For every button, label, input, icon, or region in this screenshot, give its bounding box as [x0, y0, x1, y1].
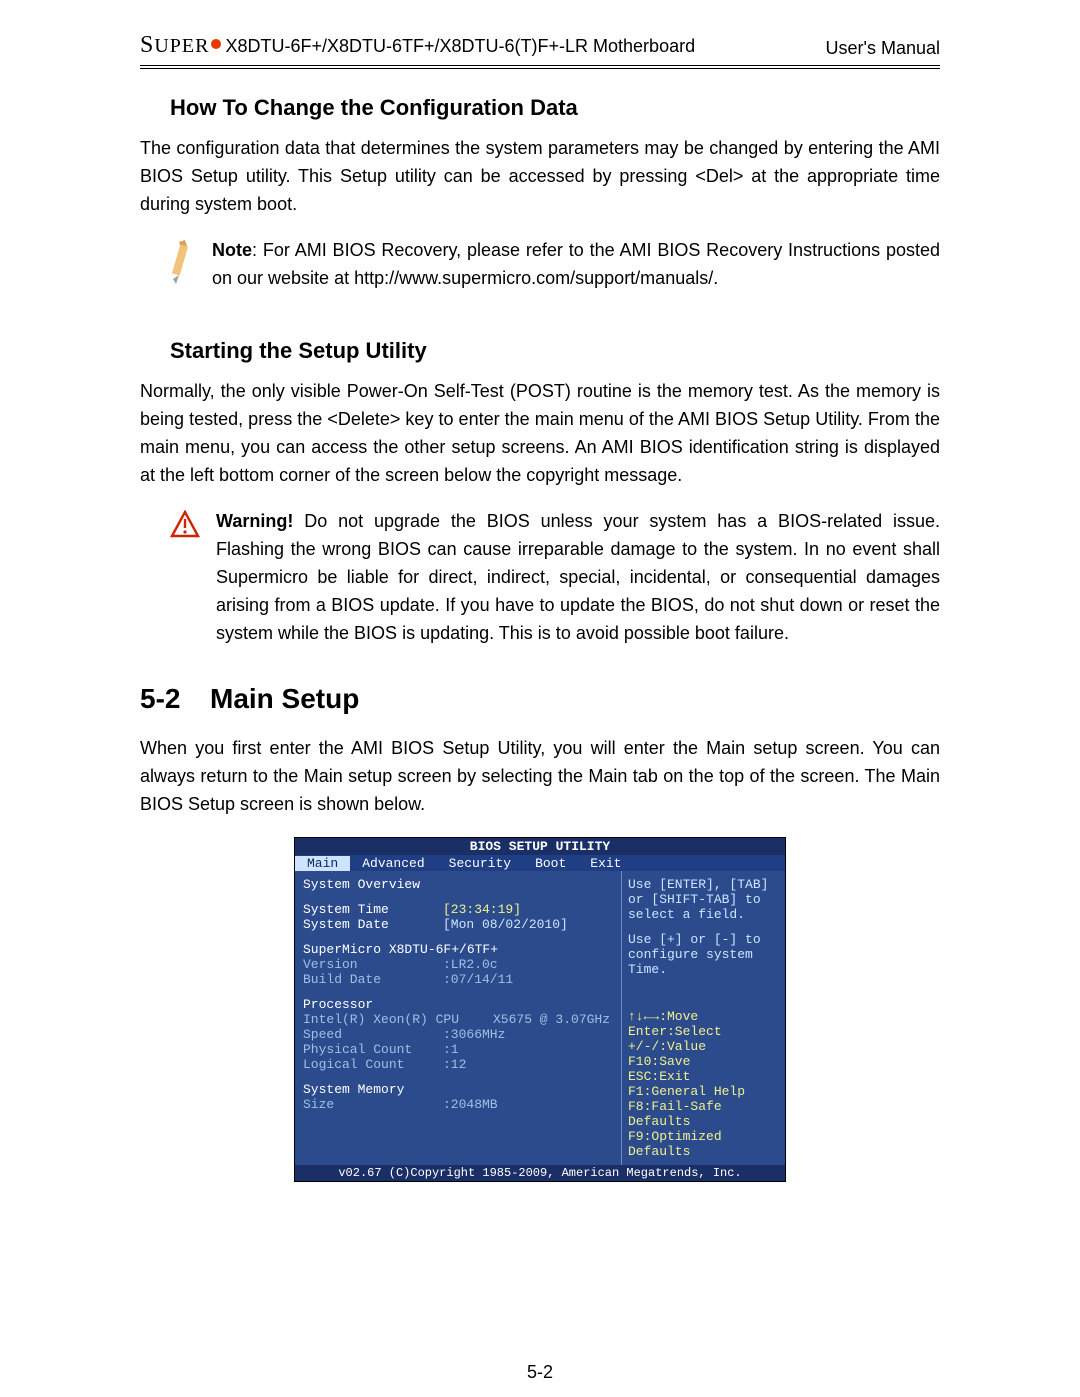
bios-size-value: :2048MB: [443, 1097, 498, 1112]
bios-time-value[interactable]: [23:34:19]: [443, 902, 613, 917]
bios-tab-boot[interactable]: Boot: [523, 856, 578, 871]
heading-main-setup: 5-2Main Setup: [140, 683, 940, 715]
bios-logcount-label: Logical Count: [303, 1057, 443, 1072]
header-rule: [140, 65, 940, 69]
para-change-config: The configuration data that determines t…: [140, 135, 940, 219]
bios-build-value: :07/14/11: [443, 972, 513, 987]
page-header: SUPER X8DTU-6F+/X8DTU-6TF+/X8DTU-6(T)F+-…: [140, 32, 940, 63]
bios-physcount-value: :1: [443, 1042, 459, 1057]
bios-tab-advanced[interactable]: Advanced: [350, 856, 436, 871]
bios-tab-main[interactable]: Main: [295, 856, 350, 871]
para-start-setup: Normally, the only visible Power-On Self…: [140, 378, 940, 490]
bios-right-pane: Use [ENTER], [TAB] or [SHIFT-TAB] to sel…: [622, 871, 785, 1165]
bios-time-label: System Time: [303, 902, 443, 917]
bios-processor: Processor: [303, 997, 613, 1012]
warning-icon: [170, 508, 200, 647]
bios-tab-bar: Main Advanced Security Boot Exit: [295, 855, 785, 871]
bios-date-value[interactable]: [Mon 08/02/2010]: [443, 917, 613, 932]
bios-left-pane: System Overview System Time[23:34:19] Sy…: [295, 871, 622, 1165]
warning-block: Warning! Do not upgrade the BIOS unless …: [140, 508, 940, 647]
pencil-icon: [170, 237, 196, 293]
bios-size-label: Size: [303, 1097, 443, 1112]
bios-title: BIOS SETUP UTILITY: [295, 838, 785, 855]
bios-speed-label: Speed: [303, 1027, 443, 1042]
heading-change-config: How To Change the Configuration Data: [170, 95, 940, 121]
bios-version-value: :LR2.0c: [443, 957, 498, 972]
bios-cpu-model: Intel(R) Xeon(R) CPU: [303, 1012, 493, 1027]
bios-footer: v02.67 (C)Copyright 1985-2009, American …: [295, 1165, 785, 1181]
note-block: Note: For AMI BIOS Recovery, please refe…: [140, 237, 940, 293]
bios-help-keys: ↑↓←→:Move Enter:Select +/-/:Value F10:Sa…: [628, 1009, 779, 1159]
bios-tab-security[interactable]: Security: [437, 856, 523, 871]
warning-text: Do not upgrade the BIOS unless your syst…: [216, 511, 940, 643]
bios-date-label: System Date: [303, 917, 443, 932]
bios-physcount-label: Physical Count: [303, 1042, 443, 1057]
bios-memory: System Memory: [303, 1082, 613, 1097]
header-doc: User's Manual: [826, 38, 940, 59]
bios-speed-value: :3066MHz: [443, 1027, 505, 1042]
note-label: Note: [212, 240, 252, 260]
warning-label: Warning!: [216, 511, 293, 531]
bios-overview: System Overview: [303, 877, 613, 892]
bios-build-label: Build Date: [303, 972, 443, 987]
bios-screenshot: BIOS SETUP UTILITY Main Advanced Securit…: [294, 837, 786, 1182]
heading-start-setup: Starting the Setup Utility: [170, 338, 940, 364]
logo-dot-icon: [211, 39, 221, 49]
brand-logo: SUPER: [140, 32, 221, 59]
page-number: 5-2: [0, 1362, 1080, 1383]
bios-version-label: Version: [303, 957, 443, 972]
bios-cpu-sku: X5675 @ 3.07GHz: [493, 1012, 610, 1027]
bios-help-top: Use [ENTER], [TAB] or [SHIFT-TAB] to sel…: [628, 877, 779, 977]
bios-tab-exit[interactable]: Exit: [578, 856, 633, 871]
bios-logcount-value: :12: [443, 1057, 466, 1072]
note-text: : For AMI BIOS Recovery, please refer to…: [212, 240, 940, 288]
bios-board: SuperMicro X8DTU-6F+/6TF+: [303, 942, 613, 957]
header-model: X8DTU-6F+/X8DTU-6TF+/X8DTU-6(T)F+-LR Mot…: [225, 36, 695, 57]
section-title: Main Setup: [210, 683, 359, 714]
para-main-setup: When you first enter the AMI BIOS Setup …: [140, 735, 940, 819]
section-number: 5-2: [140, 683, 210, 715]
